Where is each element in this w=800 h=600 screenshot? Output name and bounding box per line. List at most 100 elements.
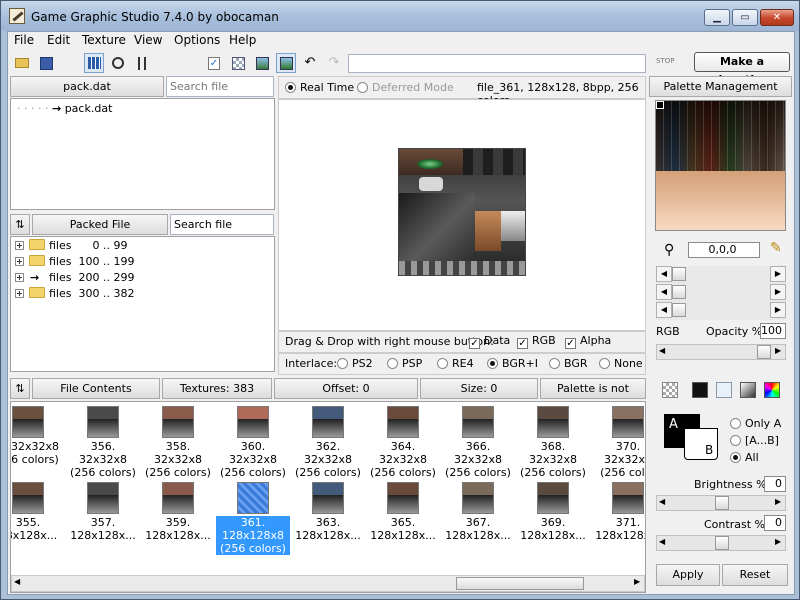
tree-item[interactable]: → files 200 .. 299 [15,270,134,286]
pencil-icon[interactable]: ✎ [770,240,782,256]
color-value-field[interactable]: 0,0,0 [688,242,760,258]
reset-button[interactable]: Reset [722,564,788,586]
texture-viewer[interactable] [278,99,646,331]
tree-item[interactable]: files 300 .. 382 [15,286,134,302]
expand-icon[interactable] [15,257,24,266]
fit-icon[interactable] [276,53,296,73]
slider-left-icon[interactable]: ◀ [659,346,665,355]
opacity-knob[interactable] [757,345,771,359]
interlace-ps2[interactable]: PS2 [337,356,373,370]
file-contents-button[interactable]: File Contents [32,378,160,399]
a-b-radio[interactable]: [A...B] [730,433,779,447]
donate-button[interactable]: Make a donation [694,52,790,86]
black-icon[interactable] [692,382,708,398]
menu-view[interactable]: View [130,33,166,47]
texture-thumbnail[interactable]: 367. 128x128x... [441,482,515,542]
slider-right-icon[interactable]: ▶ [775,537,781,546]
brightness-field[interactable]: 0 [764,476,786,492]
brightness-slider[interactable]: ◀ ▶ [656,495,786,511]
texture-thumbnail[interactable]: 359. 128x128x... [141,482,215,542]
menu-texture[interactable]: Texture [78,33,130,47]
slider-left-icon[interactable]: ◀ [659,497,665,506]
green-slider[interactable] [672,285,686,299]
interlace-re4[interactable]: RE4 [437,356,474,370]
rainbow-icon[interactable] [764,382,780,398]
texture-thumbnail[interactable]: 365. 128x128x... [366,482,440,542]
redo-icon[interactable]: ↷ [324,53,344,73]
stop-button[interactable]: STOP [656,57,674,65]
texture-thumbnail[interactable]: 362. 32x32x8 (256 colors) [291,406,365,479]
slider-left-icon[interactable]: ◀ [656,284,672,300]
texture-thumbnail[interactable]: 369. 128x128x... [516,482,590,542]
undo-icon[interactable]: ↶ [300,53,320,73]
interlace-bgri[interactable]: BGR+I [487,356,538,370]
scroll-left-icon[interactable]: ◀ [14,577,20,586]
scroll-right-icon[interactable]: ▶ [634,577,640,586]
texture-thumbnail[interactable]: 360. 32x32x8 (256 colors) [216,406,290,479]
white-icon[interactable] [716,382,732,398]
texture-thumbnail[interactable]: 4. 32x32x8256 colors) [11,406,65,466]
red-slider[interactable] [672,267,686,281]
all-radio[interactable]: All [730,450,759,464]
packed-header[interactable]: Packed File [32,214,168,235]
slider-right-icon[interactable]: ▶ [770,266,786,282]
alpha-checkbox[interactable]: ✓ Alpha [565,334,611,349]
slider-right-icon[interactable]: ▶ [770,302,786,318]
brightness-knob[interactable] [715,496,729,510]
contrast-field[interactable]: 0 [764,515,786,531]
gallery-scrollbar[interactable]: ◀ ▶ [11,575,645,592]
columns-icon[interactable] [132,53,152,73]
only-a-radio[interactable]: Only A [730,416,781,430]
texture-thumbnail[interactable]: 355.28x128x... [11,482,65,542]
eyedropper-icon[interactable]: ⚲ [664,242,674,258]
slider-right-icon[interactable]: ▶ [775,346,781,355]
tree-item[interactable]: files 0 .. 99 [15,238,127,254]
collapse-button[interactable]: ⇅ [10,378,30,399]
slider-left-icon[interactable]: ◀ [656,266,672,282]
expand-icon[interactable] [15,273,24,282]
texture-thumbnail[interactable]: 363. 128x128x... [291,482,365,542]
slider-right-icon[interactable]: ▶ [770,284,786,300]
interlace-none[interactable]: None [599,356,643,370]
texture-thumbnail[interactable]: 361. 128x128x8 (256 colors) [216,482,290,555]
palette-grid[interactable] [655,100,786,231]
expand-icon[interactable] [15,241,24,250]
texture-thumbnail[interactable]: 356. 32x32x8 (256 colors) [66,406,140,479]
deferred-radio[interactable]: Deferred Mode [357,80,454,94]
interlace-psp[interactable]: PSP [387,356,422,370]
layer-b-box[interactable]: B [684,428,718,460]
blue-slider[interactable] [672,303,686,317]
menu-file[interactable]: File [10,33,38,47]
expand-icon[interactable] [15,289,24,298]
transparency-icon[interactable] [228,53,248,73]
texture-thumbnail[interactable]: 366. 32x32x8 (256 colors) [441,406,515,479]
realtime-radio[interactable]: Real Time [285,80,354,94]
menu-help[interactable]: Help [225,33,260,47]
texture-thumbnail[interactable]: 371.128x128x... [591,482,645,542]
checker-icon[interactable] [662,382,678,398]
data-checkbox[interactable]: ✓ Data [469,334,510,349]
texture-thumbnail[interactable]: 357. 128x128x... [66,482,140,542]
archive-header[interactable]: pack.dat [10,76,164,97]
grid-view-icon[interactable] [84,53,104,73]
collapse-button[interactable]: ⇅ [10,214,30,235]
zoom-icon[interactable] [108,53,128,73]
interlace-bgr[interactable]: BGR [549,356,588,370]
slider-left-icon[interactable]: ◀ [656,302,672,318]
contrast-knob[interactable] [715,536,729,550]
palette-header[interactable]: Palette Management [649,76,792,97]
texture-thumbnail[interactable]: 364. 32x32x8 (256 colors) [366,406,440,479]
maximize-button[interactable]: ▭ [732,9,758,26]
contrast-slider[interactable]: ◀ ▶ [656,535,786,551]
archive-search-input[interactable]: Search file [166,76,274,97]
tree-root[interactable]: · · · · · → pack.dat [17,101,112,117]
rgb-checkbox[interactable]: ✓ RGB [517,334,556,349]
packed-search-input[interactable]: Search file [170,214,274,235]
texture-thumbnail[interactable]: 368. 32x32x8 (256 colors) [516,406,590,479]
check-icon[interactable]: ✓ [204,53,224,73]
slider-left-icon[interactable]: ◀ [659,537,665,546]
image-icon[interactable] [252,53,272,73]
save-icon[interactable] [36,53,56,73]
open-icon[interactable] [12,53,32,73]
opacity-field[interactable]: 100 [760,323,786,339]
